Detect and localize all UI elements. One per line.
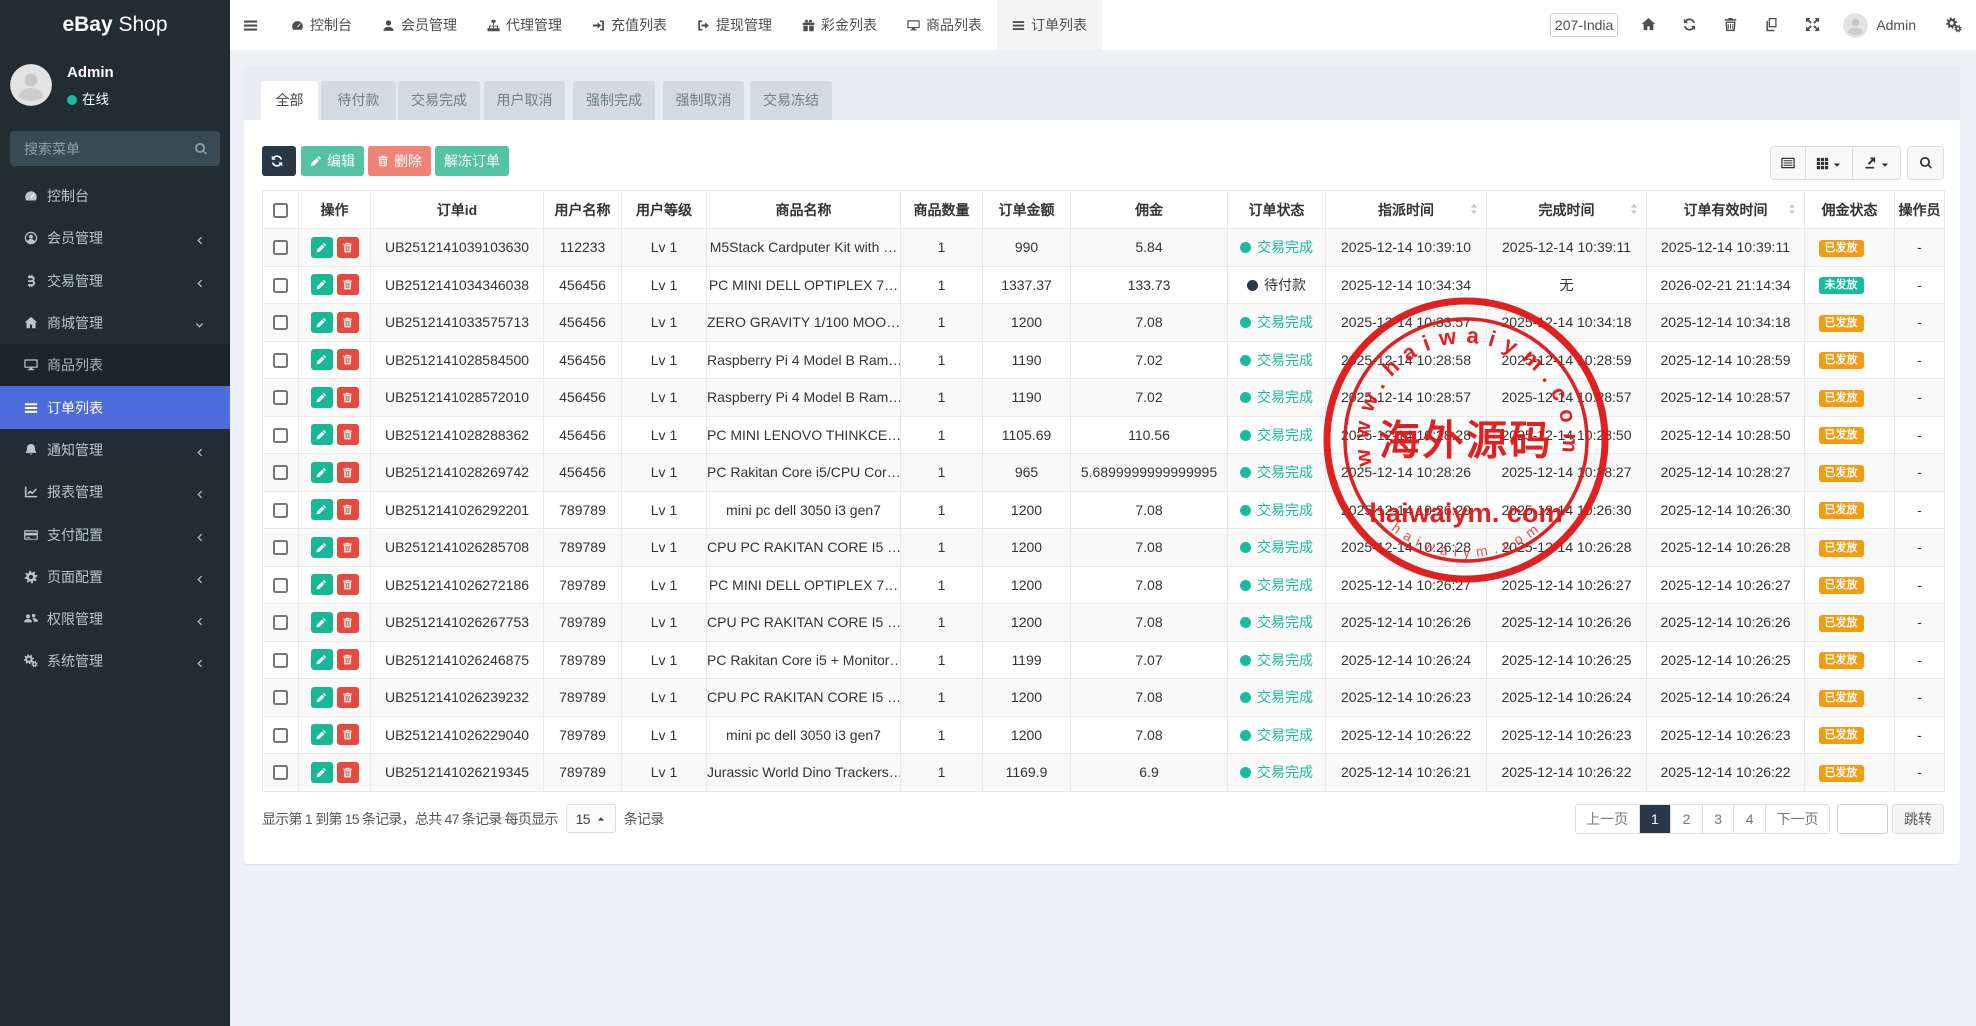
svg-text:海外源码: 海外源码 — [1379, 418, 1553, 464]
